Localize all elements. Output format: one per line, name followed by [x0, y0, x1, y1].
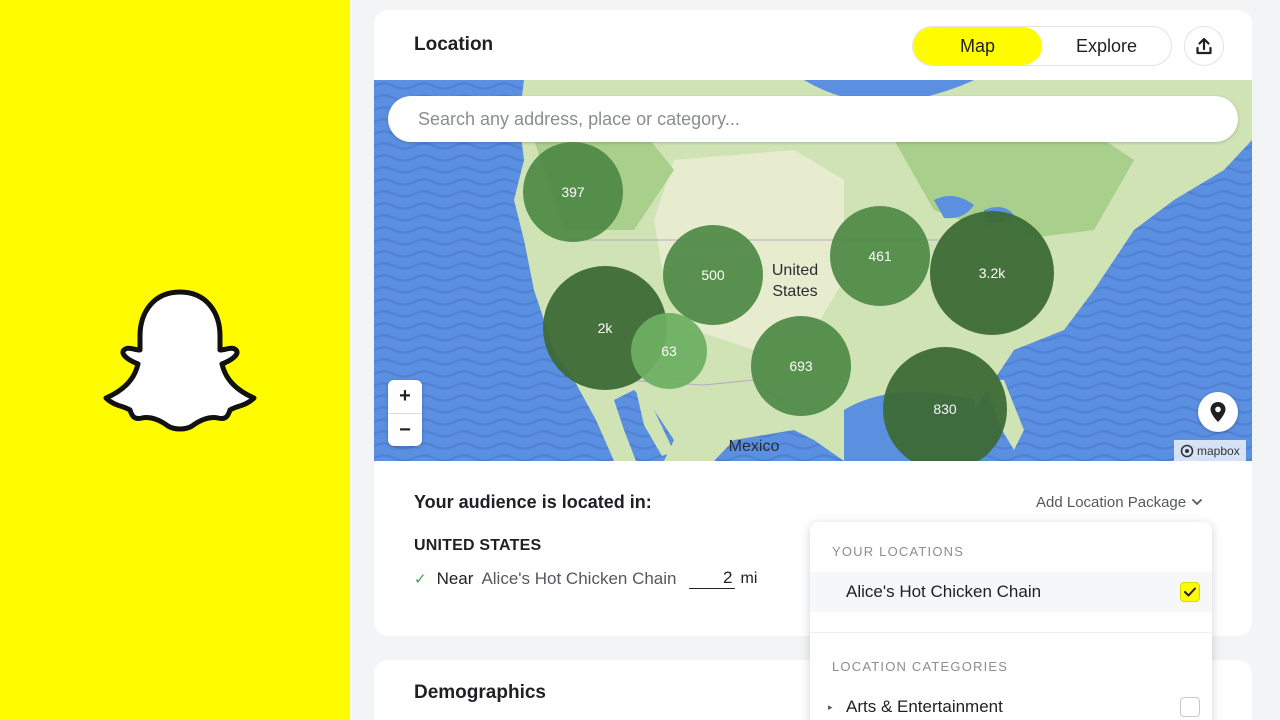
zoom-in-button[interactable]: +	[388, 380, 422, 413]
caret-right-icon: ▸	[828, 701, 833, 712]
zoom-out-button[interactable]: −	[388, 413, 422, 446]
zoom-controls: + −	[388, 380, 422, 446]
map-cluster[interactable]: 693	[751, 316, 851, 416]
dropdown-divider	[810, 632, 1212, 633]
map-cluster[interactable]: 830	[883, 347, 1007, 461]
app-area: Location Map Explore Search any address,…	[350, 0, 1280, 720]
near-place-name: Alice's Hot Chicken Chain	[481, 568, 677, 588]
map-attribution[interactable]: mapbox	[1174, 440, 1246, 461]
tab-explore[interactable]: Explore	[1042, 27, 1171, 65]
snapchat-ghost-icon	[103, 289, 257, 432]
map-cluster[interactable]: 397	[523, 142, 623, 242]
demographics-title: Demographics	[414, 682, 546, 703]
your-locations-heading: YOUR LOCATIONS	[832, 544, 965, 559]
country-label: UNITED STATES	[414, 537, 542, 554]
upload-icon	[1196, 37, 1212, 55]
dropdown-item-label: Alice's Hot Chicken Chain	[846, 582, 1042, 601]
chevron-down-icon	[1192, 499, 1203, 506]
location-categories-heading: LOCATION CATEGORIES	[832, 659, 1009, 674]
audience-heading: Your audience is located in:	[414, 492, 652, 512]
label-mexico: Mexico	[728, 438, 780, 455]
check-icon	[1184, 587, 1196, 597]
audience-map[interactable]: United States Mexico 397 500 2k 63 693 4…	[374, 80, 1252, 461]
map-search-input[interactable]	[418, 108, 1238, 130]
view-toggle: Map Explore	[912, 26, 1172, 66]
map-cluster[interactable]: 500	[663, 225, 763, 325]
checkbox-unchecked[interactable]	[1180, 697, 1200, 717]
dropdown-item-your-location[interactable]: Alice's Hot Chicken Chain	[810, 572, 1212, 612]
add-location-package-label: Add Location Package	[1036, 494, 1187, 511]
near-label: Near	[436, 568, 474, 588]
dropdown-item-category[interactable]: ▸ Arts & Entertainment	[810, 687, 1212, 720]
tab-map[interactable]: Map	[913, 27, 1042, 65]
brand-panel	[0, 0, 350, 720]
add-location-package-button[interactable]: Add Location Package	[1036, 494, 1203, 511]
map-pin-icon	[1210, 402, 1226, 422]
export-button[interactable]	[1184, 26, 1224, 66]
dropdown-item-label: Arts & Entertainment	[846, 697, 1003, 716]
map-cluster[interactable]: 461	[830, 206, 930, 306]
attribution-text: mapbox	[1197, 443, 1240, 458]
near-location-row: ✓ Near Alice's Hot Chicken Chain 2 mi	[414, 568, 757, 589]
radius-unit: mi	[740, 569, 758, 587]
locate-button[interactable]	[1198, 392, 1238, 432]
mapbox-logo-icon	[1180, 444, 1194, 457]
map-cluster[interactable]: 3.2k	[930, 211, 1054, 335]
checkmark-icon: ✓	[414, 570, 427, 588]
location-title: Location	[414, 34, 494, 55]
map-search-box[interactable]	[388, 96, 1238, 142]
checkbox-checked[interactable]	[1180, 582, 1200, 602]
label-united-states: United States	[771, 262, 819, 300]
map-cluster[interactable]: 63	[631, 313, 707, 389]
location-package-dropdown: YOUR LOCATIONS Alice's Hot Chicken Chain…	[810, 522, 1212, 720]
radius-input[interactable]: 2	[688, 568, 735, 589]
